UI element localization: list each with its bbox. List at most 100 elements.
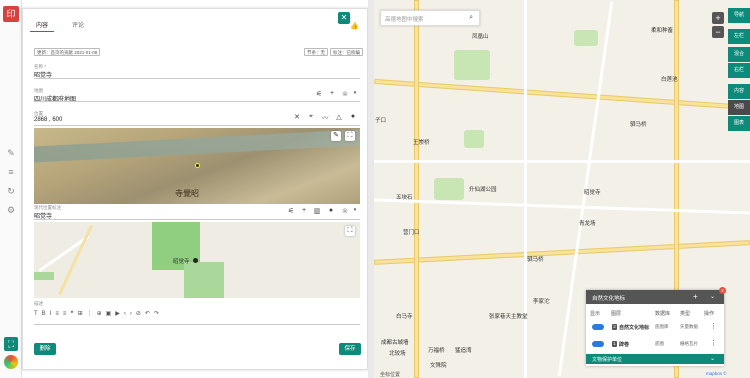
map-underline bbox=[34, 101, 360, 102]
expand-icon[interactable]: ⌄ bbox=[710, 355, 715, 362]
line-tool-icon[interactable]: 〰 bbox=[320, 113, 330, 123]
map-view-button[interactable]: 地图 bbox=[728, 100, 750, 115]
map-attribution[interactable]: mapbox © bbox=[706, 371, 727, 376]
place-label: 驷马桥 bbox=[527, 257, 544, 263]
dropdown-icon[interactable]: ▾ bbox=[350, 90, 360, 96]
delete-button[interactable]: 删除 bbox=[34, 343, 56, 355]
layer-type: 栅格瓦片 bbox=[680, 341, 698, 346]
rich-text-toolbar[interactable]: TBI≡≡❝⊞⋮⊕▣▶‹›⊘↶↷ bbox=[34, 310, 234, 320]
map-icon[interactable]: ▥ bbox=[312, 207, 322, 215]
place-label: 青龙场 bbox=[579, 221, 596, 227]
layer-count-badge: 2 bbox=[719, 287, 726, 294]
position-field[interactable]: 2868 , 600 bbox=[34, 117, 62, 123]
content-button[interactable]: 内容 bbox=[728, 84, 750, 99]
col-type: 类型 bbox=[680, 311, 691, 317]
name-underline bbox=[34, 78, 360, 79]
place-label: 王崇桥 bbox=[413, 140, 430, 146]
place-label: 猛追湾 bbox=[455, 348, 472, 354]
update-meta: 更新：首页的贡献 2021-01-08 bbox=[34, 48, 101, 56]
mixed-view-button[interactable]: 混合 bbox=[728, 47, 750, 62]
layer-index: 2 bbox=[612, 324, 617, 330]
left-panel-button[interactable]: 左栏 bbox=[728, 29, 750, 44]
annotation-status-chip: 标注：已校编 bbox=[330, 48, 363, 56]
history-icon[interactable]: ↻ bbox=[6, 186, 16, 196]
point-tool-icon[interactable]: ● bbox=[348, 113, 358, 120]
footer-label: 文物保护单位 bbox=[592, 357, 623, 363]
coordinate-readout: 坐标位置 bbox=[380, 372, 401, 378]
filter-icon[interactable]: ⚟ bbox=[286, 207, 296, 215]
place-label: 成都古城墙 bbox=[381, 340, 409, 346]
add-icon[interactable]: + bbox=[299, 207, 309, 214]
col-show: 显示 bbox=[590, 311, 601, 317]
add-icon[interactable]: + bbox=[327, 90, 337, 97]
col-layer: 图层 bbox=[611, 311, 622, 317]
map-search-box[interactable]: 高德地图中搜索 ⌕ bbox=[380, 10, 480, 26]
zoom-out-button[interactable]: − bbox=[712, 26, 724, 38]
layer-panel-header: 自然文化地标 + ⌄ bbox=[586, 290, 724, 304]
place-label: 五块石 bbox=[396, 195, 413, 201]
place-label: 昭觉寺 bbox=[584, 190, 601, 196]
collapse-icon[interactable]: ⌄ bbox=[710, 293, 715, 300]
add-layer-icon[interactable]: + bbox=[693, 292, 698, 301]
layer-panel-title: 自然文化地标 bbox=[592, 296, 626, 302]
place-label: 白马寺 bbox=[396, 314, 413, 320]
clear-icon[interactable]: ⊗ bbox=[340, 90, 350, 98]
fullscreen-icon[interactable]: ⛶ bbox=[4, 337, 18, 351]
place-label: 北较场 bbox=[389, 351, 406, 357]
place-label: 升仙湖公园 bbox=[469, 187, 497, 193]
clear-icon[interactable]: ⊗ bbox=[340, 207, 350, 215]
layer-name: 自然文化地标 bbox=[619, 325, 650, 331]
place-label: 柔和种畜 bbox=[651, 28, 674, 34]
layer-panel-footer[interactable]: 文物保护单位 ⌄ bbox=[586, 354, 724, 364]
layer-index: 1 bbox=[612, 341, 617, 347]
dropdown-icon[interactable]: ▾ bbox=[350, 207, 360, 213]
position-underline bbox=[34, 125, 360, 126]
layer-type: 矢量数据 bbox=[680, 324, 698, 329]
modern-location-underline bbox=[34, 219, 360, 220]
list-icon[interactable]: ≡ bbox=[6, 167, 16, 177]
right-panel-button[interactable]: 右栏 bbox=[728, 63, 750, 78]
description-label: 描述 bbox=[34, 301, 43, 306]
historical-marker[interactable] bbox=[195, 163, 200, 168]
save-button[interactable]: 保存 bbox=[339, 343, 361, 355]
place-label: 驷马桥 bbox=[630, 122, 647, 128]
edit-map-icon[interactable]: ✎ bbox=[331, 131, 341, 141]
filter-icon[interactable]: ⚟ bbox=[314, 90, 324, 98]
settings-icon[interactable]: ⚙ bbox=[6, 205, 16, 215]
historical-map-label: 寺覺昭 bbox=[175, 189, 199, 198]
more-icon[interactable]: ⋮ bbox=[710, 339, 717, 347]
chart-button[interactable]: 图表 bbox=[728, 116, 750, 131]
marker-icon[interactable]: ⌖ bbox=[306, 113, 316, 121]
point-tool-icon[interactable]: ● bbox=[326, 207, 336, 214]
modern-map-label: 昭觉寺 bbox=[173, 259, 190, 265]
layer-name: 辟卷 bbox=[619, 342, 630, 348]
map1-fullscreen-icon[interactable]: ⛶ bbox=[345, 131, 355, 141]
tab-content[interactable]: 内容 bbox=[30, 20, 54, 32]
layer-toggle[interactable] bbox=[592, 324, 604, 330]
search-icon[interactable]: ⌕ bbox=[469, 14, 473, 22]
place-label: 营门口 bbox=[403, 230, 420, 236]
layer-toggle[interactable] bbox=[592, 341, 604, 347]
place-label: 白莲池 bbox=[661, 77, 678, 83]
map2-fullscreen-icon[interactable]: ⛶ bbox=[345, 226, 355, 236]
polygon-tool-icon[interactable]: △ bbox=[334, 113, 344, 121]
modern-marker[interactable] bbox=[193, 258, 198, 263]
tab-comments[interactable]: 评论 bbox=[66, 20, 90, 32]
zoom-in-button[interactable]: + bbox=[712, 12, 724, 24]
app-logo: 印 bbox=[3, 6, 19, 22]
place-label: 李家沱 bbox=[533, 299, 550, 305]
place-label: 子口 bbox=[375, 118, 387, 124]
place-label: 张家巷天主教堂 bbox=[489, 314, 528, 320]
more-icon[interactable]: ⋮ bbox=[710, 322, 717, 330]
section-chip: 节条：无 bbox=[304, 48, 328, 56]
map-search-input[interactable]: 高德地图中搜索 bbox=[385, 15, 424, 23]
col-db: 数据库 bbox=[655, 311, 671, 317]
thumbs-up-icon[interactable]: 👍 bbox=[350, 22, 359, 30]
user-avatar[interactable] bbox=[4, 355, 18, 369]
pencil-icon[interactable]: ✎ bbox=[6, 148, 16, 158]
place-label: 凤凰山 bbox=[472, 34, 489, 40]
nav-button[interactable]: 导航 bbox=[728, 8, 750, 23]
close-icon[interactable]: ✕ bbox=[338, 12, 350, 24]
clear-position-icon[interactable]: ✕ bbox=[292, 113, 302, 121]
description-underline bbox=[34, 324, 360, 325]
